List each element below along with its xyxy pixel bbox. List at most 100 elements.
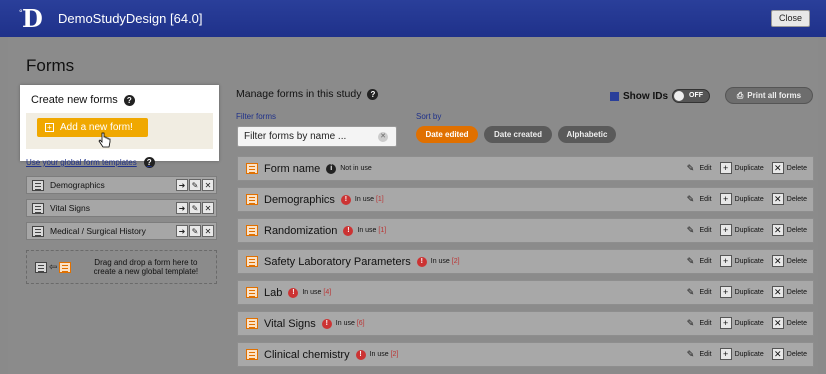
form-row[interactable]: Form name i Not in use ✎ Edit + Duplicate ✕ Del… [237,156,814,181]
status-text: In use [354,196,374,203]
delete-button[interactable]: ✕ Delete [771,193,807,205]
form-icon [246,256,258,267]
close-button[interactable]: Close [770,10,810,27]
delete-label: Delete [786,257,807,265]
close-icon[interactable]: ✕ [202,225,214,237]
sort-alphabetic[interactable]: Alphabetic [558,126,616,143]
form-row[interactable]: Randomization! In use [1] ✎ Edit + Duplicate ✕… [237,218,814,243]
form-row[interactable]: Demographics! In use [1] ✎ Edit + Duplicate ✕ D… [237,187,814,212]
form-row[interactable]: Lab! In use [4] ✎ Edit + Duplicate ✕ Delete [237,280,814,305]
usage-count[interactable]: [6] [357,320,365,327]
edit-button[interactable]: ✎ Edit [685,193,712,205]
form-status: Not in use [340,165,372,172]
edit-button[interactable]: ✎ Edit [685,255,712,267]
duplicate-button[interactable]: + Duplicate [719,286,764,298]
edit-button[interactable]: ✎ Edit [685,224,712,236]
close-icon[interactable]: ✕ [202,202,214,214]
template-item[interactable]: Medical / Surgical History ➜ ✎ ✕ [26,222,217,240]
form-row[interactable]: Clinical chemistry! In use [2] ✎ Edit + Dupli… [237,342,814,367]
duplicate-button[interactable]: + Duplicate [719,162,764,174]
close-icon: ✕ [771,286,784,298]
filter-input[interactable]: Filter forms by name ... [237,126,397,147]
help-icon[interactable]: ? [123,94,135,106]
arrow-icon[interactable]: ➜ [176,179,188,191]
in-use-icon: ! [355,349,366,360]
create-forms-panel: Create new forms ? + Add a new form! [20,85,219,161]
help-icon[interactable]: ? [143,157,155,168]
usage-count[interactable]: [2] [452,258,460,265]
form-icon [59,261,72,273]
global-templates-link[interactable]: Use your global form templates ? [26,157,155,168]
filter-label: Filter forms [236,112,276,121]
edit-label: Edit [699,257,712,265]
template-dropzone[interactable]: ⇦ Drag and drop a form here to create a … [26,250,217,284]
duplicate-button[interactable]: + Duplicate [719,193,764,205]
template-name: Vital Signs [50,203,91,213]
arrow-icon[interactable]: ➜ [176,202,188,214]
page: Forms Create new forms ? + Add a new for… [8,37,818,374]
status-text: In use [335,320,355,327]
add-form-button[interactable]: + Add a new form! [37,118,148,137]
template-item[interactable]: Vital Signs ➜ ✎ ✕ [26,199,217,217]
delete-label: Delete [786,164,807,172]
template-item[interactable]: Demographics ➜ ✎ ✕ [26,176,217,194]
duplicate-button[interactable]: + Duplicate [719,255,764,267]
clear-filter-icon[interactable]: ✕ [378,132,388,142]
arrow-icon[interactable]: ➜ [176,225,188,237]
usage-count[interactable]: [1] [378,227,386,234]
edit-label: Edit [699,350,712,358]
print-all-forms-button[interactable]: ⎙ Print all forms [725,87,813,104]
form-row[interactable]: Safety Laboratory Parameters! In use [2] ✎… [237,249,814,274]
print-label: Print all forms [747,91,802,100]
pencil-icon: ✎ [686,255,695,266]
usage-count[interactable]: [1] [376,196,384,203]
form-icon [246,349,258,360]
manage-forms-title: Manage forms in this study [236,88,362,100]
duplicate-label: Duplicate [734,226,764,234]
show-ids-toggle[interactable]: Show IDs OFF [610,89,711,103]
pencil-icon[interactable]: ✎ [189,225,201,237]
close-icon: ✕ [771,255,784,267]
status-text: In use [302,289,322,296]
duplicate-button[interactable]: + Duplicate [719,317,764,329]
plus-icon: + [719,193,732,205]
usage-count[interactable]: [4] [323,289,331,296]
form-row[interactable]: Vital Signs! In use [6] ✎ Edit + Duplicate ✕ De… [237,311,814,336]
close-icon[interactable]: ✕ [202,179,214,191]
edit-button[interactable]: ✎ Edit [685,348,712,360]
toggle-switch[interactable]: OFF [672,89,711,103]
duplicate-button[interactable]: + Duplicate [719,348,764,360]
delete-button[interactable]: ✕ Delete [771,255,807,267]
delete-button[interactable]: ✕ Delete [771,224,807,236]
form-name: Lab [264,286,283,299]
plus-icon: + [719,162,732,174]
pencil-icon: ✎ [686,348,695,359]
delete-label: Delete [786,195,807,203]
in-use-icon: ! [416,256,427,267]
delete-button[interactable]: ✕ Delete [771,317,807,329]
delete-button[interactable]: ✕ Delete [771,162,807,174]
status-text: In use [369,351,389,358]
usage-count[interactable]: [2] [391,351,399,358]
status-text: In use [430,258,450,265]
pencil-icon[interactable]: ✎ [189,202,201,214]
sort-date-edited[interactable]: Date edited [416,126,478,143]
info-icon: i [326,163,337,174]
edit-button[interactable]: ✎ Edit [685,162,712,174]
help-icon[interactable]: ? [367,88,379,100]
pencil-icon[interactable]: ✎ [189,179,201,191]
template-name: Demographics [50,180,105,190]
global-templates-label[interactable]: Use your global form templates [26,158,137,167]
sort-date-created[interactable]: Date created [484,126,552,143]
duplicate-button[interactable]: + Duplicate [719,224,764,236]
form-status: In use [2] [431,258,460,265]
delete-button[interactable]: ✕ Delete [771,286,807,298]
top-bar: ° D DemoStudyDesign [64.0] Close [0,0,826,37]
edit-button[interactable]: ✎ Edit [685,317,712,329]
duplicate-label: Duplicate [734,319,764,327]
form-name: Clinical chemistry [264,348,350,361]
row-actions: ✎ Edit + Duplicate ✕ Delete [681,224,807,236]
id-icon [610,91,619,101]
delete-button[interactable]: ✕ Delete [771,348,807,360]
edit-button[interactable]: ✎ Edit [685,286,712,298]
